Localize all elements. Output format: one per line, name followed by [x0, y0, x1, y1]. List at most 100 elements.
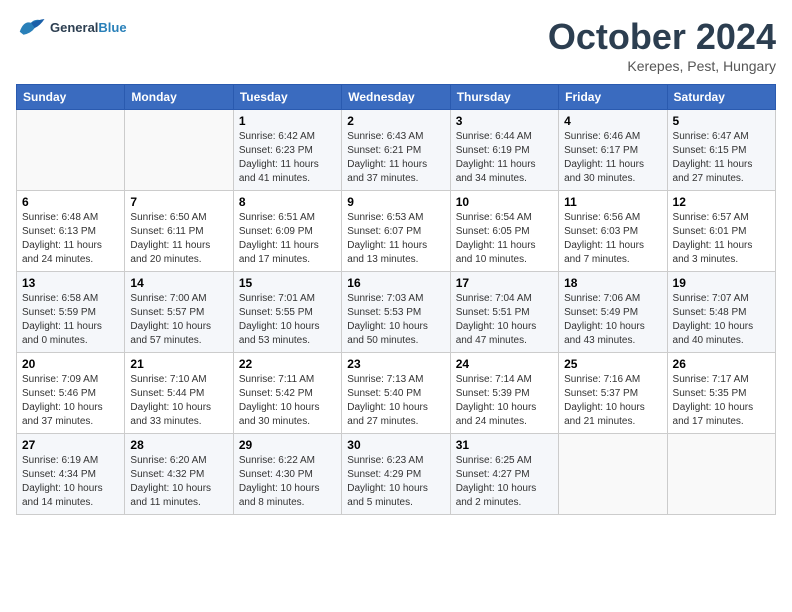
logo-icon [16, 16, 46, 40]
day-number: 18 [564, 276, 661, 290]
calendar-cell: 23Sunrise: 7:13 AMSunset: 5:40 PMDayligh… [342, 353, 450, 434]
calendar-week-row: 6 Sunrise: 6:48 AMSunset: 6:13 PMDaylight… [17, 191, 776, 272]
day-number: 2 [347, 114, 444, 128]
calendar-cell: 16 Sunrise: 7:03 AMSunset: 5:53 PMDayligh… [342, 272, 450, 353]
day-details: Sunrise: 7:11 AMSunset: 5:42 PMDaylight:… [239, 373, 336, 429]
calendar-cell: 5 Sunrise: 6:47 AMSunset: 6:15 PMDaylight… [667, 110, 775, 191]
day-details: Sunrise: 7:07 AMSunset: 5:48 PMDaylight:… [673, 292, 770, 348]
day-details: Sunrise: 6:48 AMSunset: 6:13 PMDaylight:… [22, 211, 119, 267]
day-details: Sunrise: 6:25 AMSunset: 4:27 PMDaylight:… [456, 454, 553, 510]
calendar-cell [559, 434, 667, 515]
day-details: Sunrise: 6:20 AMSunset: 4:32 PMDaylight:… [130, 454, 227, 510]
day-details: Sunrise: 6:53 AMSunset: 6:07 PMDaylight:… [347, 211, 444, 267]
day-number: 12 [673, 195, 770, 209]
day-number: 28 [130, 438, 227, 452]
day-number: 29 [239, 438, 336, 452]
calendar-cell: 11 Sunrise: 6:56 AMSunset: 6:03 PMDayligh… [559, 191, 667, 272]
day-number: 7 [130, 195, 227, 209]
calendar-cell: 27Sunrise: 6:19 AMSunset: 4:34 PMDayligh… [17, 434, 125, 515]
title-section: October 2024 Kerepes, Pest, Hungary [548, 16, 776, 74]
day-number: 13 [22, 276, 119, 290]
calendar-cell: 14 Sunrise: 7:00 AMSunset: 5:57 PMDayligh… [125, 272, 233, 353]
calendar-week-row: 27Sunrise: 6:19 AMSunset: 4:34 PMDayligh… [17, 434, 776, 515]
calendar-body: 1 Sunrise: 6:42 AMSunset: 6:23 PMDaylight… [17, 110, 776, 515]
day-details: Sunrise: 7:13 AMSunset: 5:40 PMDaylight:… [347, 373, 444, 429]
calendar-cell: 13 Sunrise: 6:58 AMSunset: 5:59 PMDayligh… [17, 272, 125, 353]
day-number: 14 [130, 276, 227, 290]
day-number: 24 [456, 357, 553, 371]
day-details: Sunrise: 7:17 AMSunset: 5:35 PMDaylight:… [673, 373, 770, 429]
day-details: Sunrise: 6:58 AMSunset: 5:59 PMDaylight:… [22, 292, 119, 348]
calendar-cell: 6 Sunrise: 6:48 AMSunset: 6:13 PMDaylight… [17, 191, 125, 272]
calendar-cell: 2 Sunrise: 6:43 AMSunset: 6:21 PMDaylight… [342, 110, 450, 191]
logo: GeneralBlue [16, 16, 127, 40]
calendar-table: SundayMondayTuesdayWednesdayThursdayFrid… [16, 84, 776, 515]
day-number: 3 [456, 114, 553, 128]
day-number: 22 [239, 357, 336, 371]
calendar-cell: 18 Sunrise: 7:06 AMSunset: 5:49 PMDayligh… [559, 272, 667, 353]
calendar-cell: 3 Sunrise: 6:44 AMSunset: 6:19 PMDaylight… [450, 110, 558, 191]
day-number: 27 [22, 438, 119, 452]
day-details: Sunrise: 7:16 AMSunset: 5:37 PMDaylight:… [564, 373, 661, 429]
location-label: Kerepes, Pest, Hungary [548, 58, 776, 74]
day-details: Sunrise: 7:00 AMSunset: 5:57 PMDaylight:… [130, 292, 227, 348]
calendar-cell: 8Sunrise: 6:51 AMSunset: 6:09 PMDaylight… [233, 191, 341, 272]
day-number: 26 [673, 357, 770, 371]
calendar-cell: 1 Sunrise: 6:42 AMSunset: 6:23 PMDaylight… [233, 110, 341, 191]
day-details: Sunrise: 6:23 AMSunset: 4:29 PMDaylight:… [347, 454, 444, 510]
calendar-week-row: 20 Sunrise: 7:09 AMSunset: 5:46 PMDayligh… [17, 353, 776, 434]
day-details: Sunrise: 7:14 AMSunset: 5:39 PMDaylight:… [456, 373, 553, 429]
day-number: 11 [564, 195, 661, 209]
day-number: 1 [239, 114, 336, 128]
day-details: Sunrise: 6:42 AMSunset: 6:23 PMDaylight:… [239, 130, 336, 186]
calendar-cell: 4Sunrise: 6:46 AMSunset: 6:17 PMDaylight… [559, 110, 667, 191]
calendar-cell: 9 Sunrise: 6:53 AMSunset: 6:07 PMDaylight… [342, 191, 450, 272]
calendar-cell: 12 Sunrise: 6:57 AMSunset: 6:01 PMDayligh… [667, 191, 775, 272]
calendar-cell: 22 Sunrise: 7:11 AMSunset: 5:42 PMDayligh… [233, 353, 341, 434]
calendar-week-row: 13 Sunrise: 6:58 AMSunset: 5:59 PMDayligh… [17, 272, 776, 353]
calendar-week-row: 1 Sunrise: 6:42 AMSunset: 6:23 PMDaylight… [17, 110, 776, 191]
day-number: 20 [22, 357, 119, 371]
weekday-header: Monday [125, 85, 233, 110]
day-number: 16 [347, 276, 444, 290]
day-number: 6 [22, 195, 119, 209]
calendar-cell: 31Sunrise: 6:25 AMSunset: 4:27 PMDayligh… [450, 434, 558, 515]
day-details: Sunrise: 6:57 AMSunset: 6:01 PMDaylight:… [673, 211, 770, 267]
day-details: Sunrise: 7:06 AMSunset: 5:49 PMDaylight:… [564, 292, 661, 348]
day-number: 9 [347, 195, 444, 209]
calendar-cell [125, 110, 233, 191]
day-details: Sunrise: 7:01 AMSunset: 5:55 PMDaylight:… [239, 292, 336, 348]
weekday-header: Friday [559, 85, 667, 110]
day-details: Sunrise: 7:04 AMSunset: 5:51 PMDaylight:… [456, 292, 553, 348]
day-number: 8 [239, 195, 336, 209]
day-number: 15 [239, 276, 336, 290]
calendar-cell: 25Sunrise: 7:16 AMSunset: 5:37 PMDayligh… [559, 353, 667, 434]
day-details: Sunrise: 6:43 AMSunset: 6:21 PMDaylight:… [347, 130, 444, 186]
calendar-cell: 20 Sunrise: 7:09 AMSunset: 5:46 PMDayligh… [17, 353, 125, 434]
calendar-cell [17, 110, 125, 191]
day-details: Sunrise: 6:54 AMSunset: 6:05 PMDaylight:… [456, 211, 553, 267]
day-details: Sunrise: 6:44 AMSunset: 6:19 PMDaylight:… [456, 130, 553, 186]
day-details: Sunrise: 6:56 AMSunset: 6:03 PMDaylight:… [564, 211, 661, 267]
calendar-cell: 19 Sunrise: 7:07 AMSunset: 5:48 PMDayligh… [667, 272, 775, 353]
day-details: Sunrise: 6:46 AMSunset: 6:17 PMDaylight:… [564, 130, 661, 186]
calendar-cell: 24 Sunrise: 7:14 AMSunset: 5:39 PMDayligh… [450, 353, 558, 434]
day-details: Sunrise: 7:09 AMSunset: 5:46 PMDaylight:… [22, 373, 119, 429]
day-details: Sunrise: 6:47 AMSunset: 6:15 PMDaylight:… [673, 130, 770, 186]
day-number: 5 [673, 114, 770, 128]
weekday-header: Thursday [450, 85, 558, 110]
month-title: October 2024 [548, 16, 776, 58]
day-number: 21 [130, 357, 227, 371]
weekday-header: Tuesday [233, 85, 341, 110]
weekday-row: SundayMondayTuesdayWednesdayThursdayFrid… [17, 85, 776, 110]
day-number: 19 [673, 276, 770, 290]
day-number: 10 [456, 195, 553, 209]
day-details: Sunrise: 6:50 AMSunset: 6:11 PMDaylight:… [130, 211, 227, 267]
logo-text: GeneralBlue [50, 20, 127, 36]
day-details: Sunrise: 7:03 AMSunset: 5:53 PMDaylight:… [347, 292, 444, 348]
calendar-cell: 28 Sunrise: 6:20 AMSunset: 4:32 PMDayligh… [125, 434, 233, 515]
calendar-cell: 26 Sunrise: 7:17 AMSunset: 5:35 PMDayligh… [667, 353, 775, 434]
weekday-header: Sunday [17, 85, 125, 110]
calendar-cell: 15 Sunrise: 7:01 AMSunset: 5:55 PMDayligh… [233, 272, 341, 353]
calendar-cell: 10 Sunrise: 6:54 AMSunset: 6:05 PMDayligh… [450, 191, 558, 272]
